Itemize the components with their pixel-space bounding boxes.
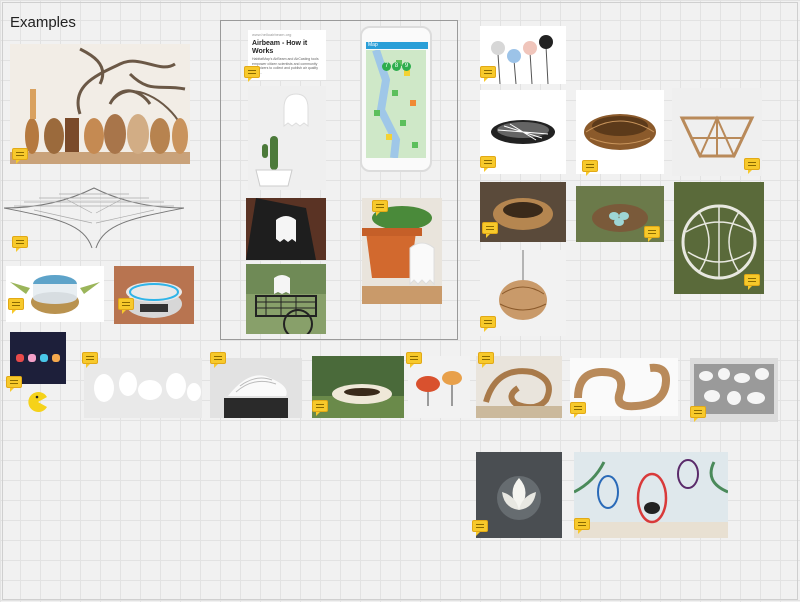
board-title: Examples — [10, 14, 76, 31]
pacman-icon — [28, 392, 48, 412]
phone-map-image[interactable]: Map 7 8 9 — [360, 26, 432, 172]
reading-badge: 7 — [382, 62, 391, 71]
comment-marker[interactable] — [82, 352, 98, 368]
comment-marker[interactable] — [480, 156, 496, 172]
comment-marker[interactable] — [312, 400, 328, 416]
comment-marker[interactable] — [406, 352, 422, 368]
white-sculptures-image[interactable] — [84, 358, 202, 418]
spiral-shell-image[interactable] — [476, 356, 562, 418]
bike-basket-ghost-image[interactable] — [246, 264, 326, 334]
comment-marker[interactable] — [210, 352, 226, 368]
comment-marker[interactable] — [8, 298, 24, 314]
comment-marker[interactable] — [6, 376, 22, 392]
lotus-lamp-image[interactable] — [476, 452, 562, 538]
comment-marker[interactable] — [574, 518, 590, 534]
comment-marker[interactable] — [472, 520, 488, 536]
cactus-ghost-image[interactable] — [248, 86, 326, 190]
comment-marker[interactable] — [744, 158, 760, 174]
comment-marker[interactable] — [118, 298, 134, 314]
comment-marker[interactable] — [480, 316, 496, 332]
echo-dot-clock-image[interactable] — [114, 266, 194, 324]
reading-badge: 8 — [392, 62, 401, 71]
comment-marker[interactable] — [570, 402, 586, 418]
comment-marker[interactable] — [480, 66, 496, 82]
comment-marker[interactable] — [744, 274, 760, 290]
comment-marker[interactable] — [244, 66, 260, 82]
wooden-lamps-image[interactable] — [10, 44, 190, 164]
egg-chairs-image[interactable] — [574, 452, 728, 538]
article-source: www.helloairbeam.org — [252, 32, 292, 37]
article-body: HabitatMap's AirBeam and AirCasting tool… — [252, 57, 319, 75]
ghost-on-bag-image[interactable] — [246, 198, 326, 260]
comment-marker[interactable] — [12, 148, 28, 164]
comment-marker[interactable] — [482, 222, 498, 238]
reading-badge: 9 — [402, 62, 411, 71]
phone-app-bar: Map — [366, 42, 428, 49]
surface-mesh-image[interactable] — [4, 178, 184, 258]
comment-marker[interactable] — [582, 160, 598, 176]
ribbon-bench-image[interactable] — [570, 358, 678, 416]
article-heading: Airbeam - How it Works — [252, 40, 308, 55]
yoda-echo-dot-image[interactable] — [6, 266, 104, 322]
comment-marker[interactable] — [478, 352, 494, 368]
wave-sculpture-image[interactable] — [210, 358, 302, 418]
comment-marker[interactable] — [372, 200, 388, 216]
plant-ghost-image[interactable] — [362, 198, 442, 304]
flower-chairs-image[interactable] — [408, 356, 470, 418]
comment-marker[interactable] — [644, 226, 660, 242]
comment-marker[interactable] — [690, 406, 706, 422]
comment-marker[interactable] — [12, 236, 28, 252]
